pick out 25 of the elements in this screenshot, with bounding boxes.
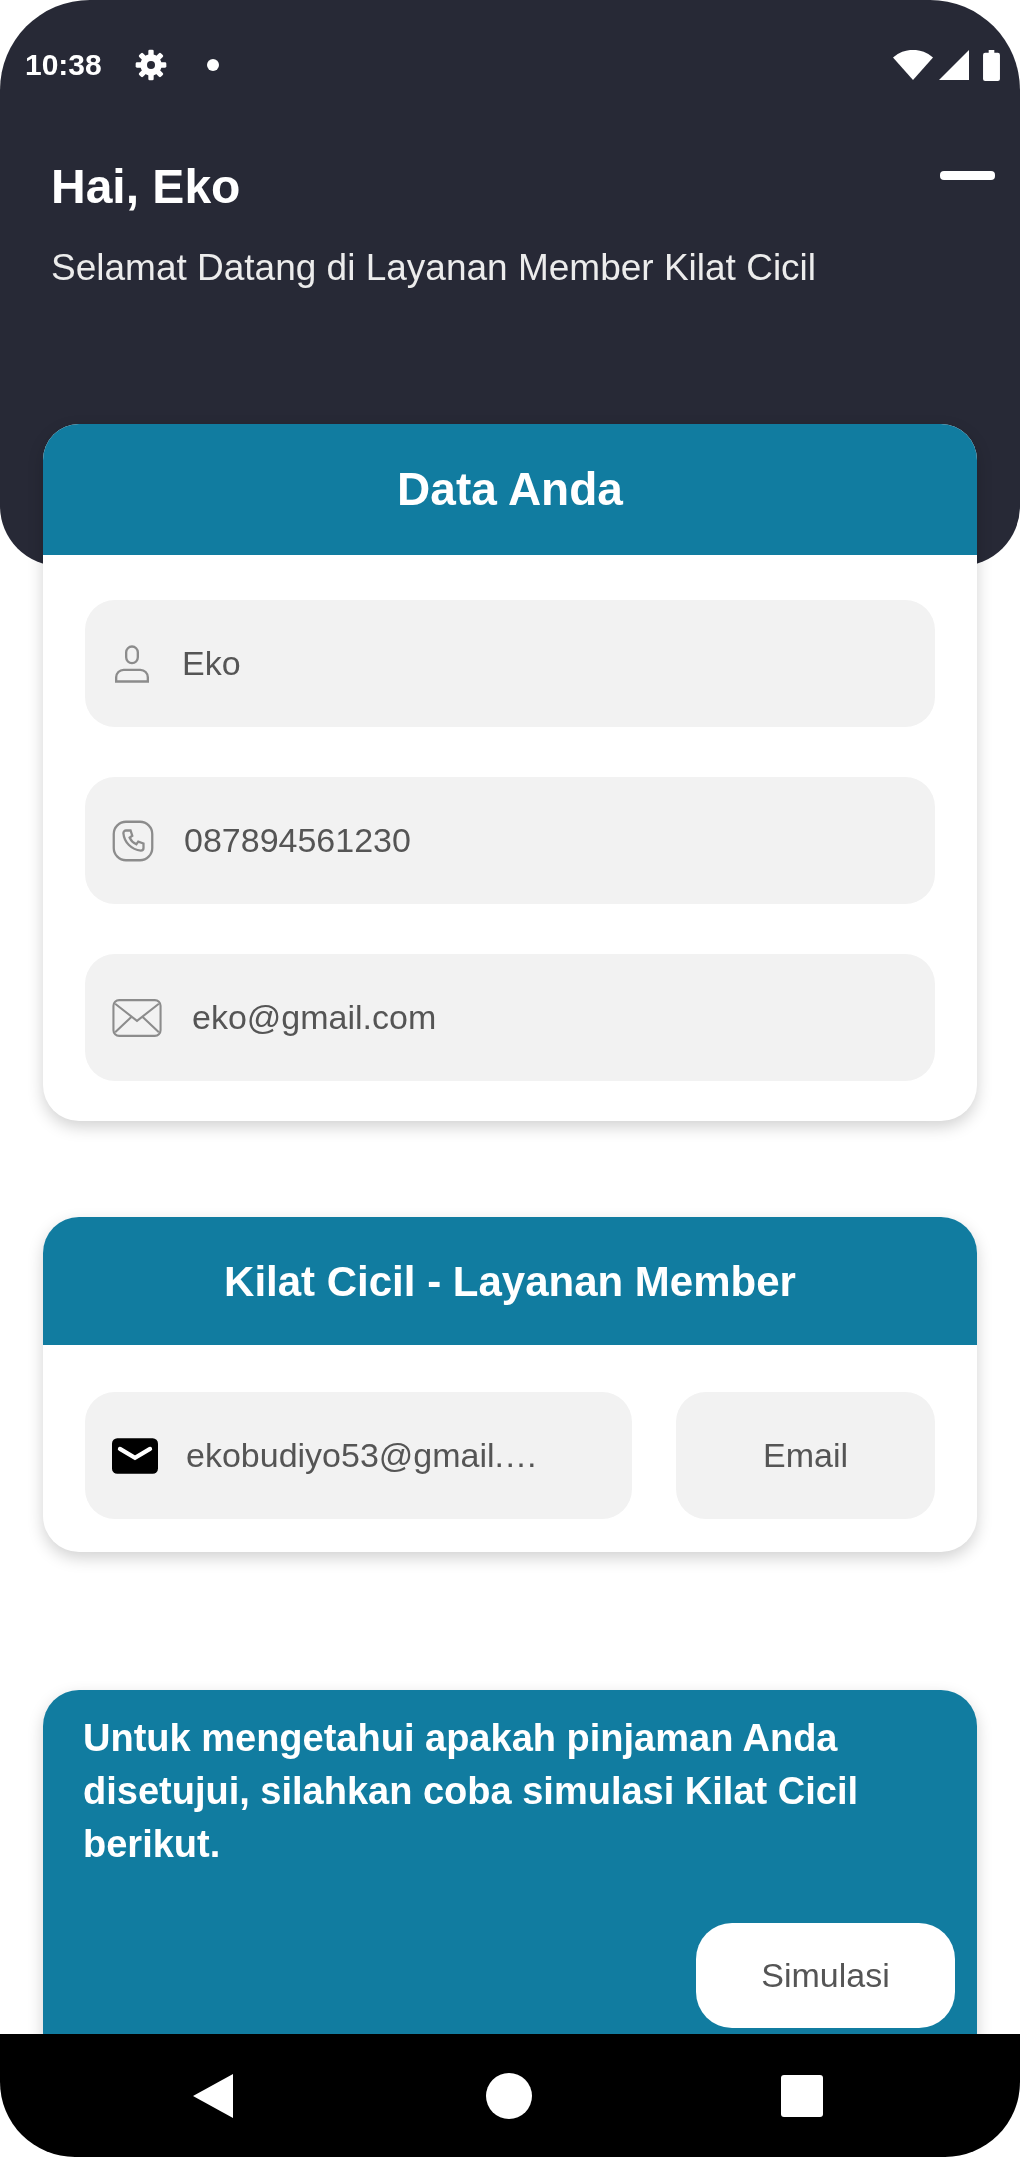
dot-icon <box>206 59 219 71</box>
home-icon[interactable] <box>486 2072 532 2119</box>
card-title: Data Anda <box>397 462 623 517</box>
settings-icon <box>134 49 167 81</box>
person-icon <box>112 643 152 684</box>
battery-icon <box>983 49 1000 81</box>
simulation-text: Untuk mengetahui apakah pinjaman Anda disetujui, silahkan coba simulasi Kilat Cicil berikut. <box>83 1716 859 1867</box>
email-button[interactable]: Email <box>676 1392 935 1519</box>
wifi-icon <box>893 50 933 80</box>
dash-icon[interactable] <box>940 171 995 180</box>
phone-icon <box>112 819 154 862</box>
greeting-title: Hai, Eko <box>51 159 241 215</box>
name-field[interactable]: Eko <box>85 600 935 727</box>
simulation-button[interactable]: Simulasi <box>696 1923 955 2028</box>
back-icon[interactable] <box>193 2073 233 2118</box>
signal-icon <box>939 50 969 80</box>
envelope-icon <box>112 1437 158 1474</box>
welcome-subtitle: Selamat Datang di Layanan Member Kilat Cicil <box>51 246 818 290</box>
phone-field[interactable]: 087894561230 <box>85 777 935 904</box>
card-title: Kilat Cicil - Layanan Member <box>224 1256 796 1307</box>
email-field[interactable]: ekobudiyo53@gmail.… <box>85 1392 632 1519</box>
email-field[interactable]: eko@gmail.com <box>85 954 935 1081</box>
status-time: 10:38 <box>25 50 102 80</box>
recents-icon[interactable] <box>781 2074 823 2117</box>
envelope-icon <box>112 998 162 1037</box>
